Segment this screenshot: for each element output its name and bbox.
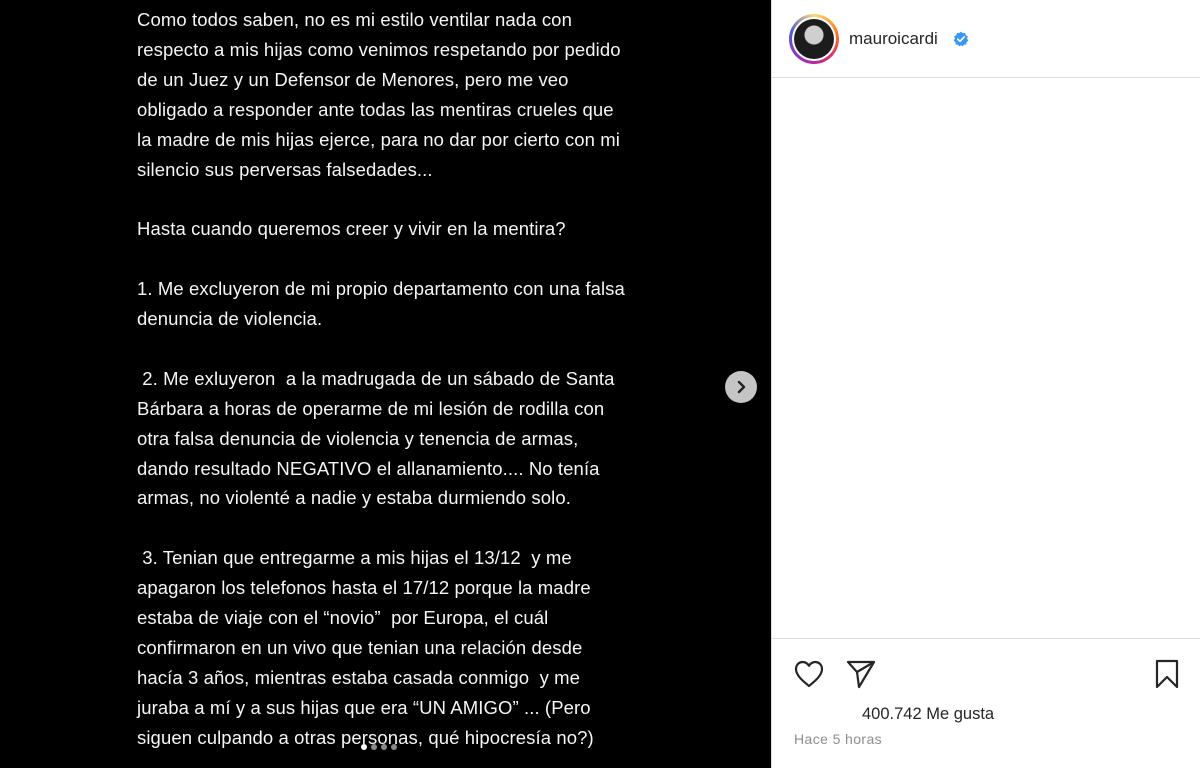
post-text-line: hacía 3 años, mientras estaba casada con…: [137, 666, 581, 688]
verified-badge-icon: [953, 31, 969, 47]
post-text-line: 2. Me exluyeron a la madrugada de un sáb…: [137, 367, 615, 389]
post-text-line: Como todos saben, no es mi estilo ventil…: [137, 9, 572, 30]
post-text-line: Bárbara a horas de operarme de mi lesión…: [137, 397, 605, 419]
carousel-dot: [361, 744, 367, 750]
post-text-line: denuncia de violencia.: [137, 308, 323, 330]
avatar-story-ring[interactable]: [789, 14, 839, 64]
post-text-line: la madre de mis hijas ejerce, para no da…: [137, 128, 621, 150]
post-text-line: apagaron los telefonos hasta el 17/12 po…: [137, 577, 591, 599]
carousel-dot: [381, 744, 387, 750]
post-text-line: juraba a mí y a sus hijas que era “UN AM…: [137, 696, 591, 718]
post-text-line: otra falsa denuncia de violencia y tenen…: [137, 427, 579, 449]
post-timestamp[interactable]: Hace 5 horas: [794, 731, 882, 747]
post-text-line: de un Juez y un Defensor de Menores, per…: [137, 68, 569, 90]
post-text-line: 1. Me excluyeron de mi propio departamen…: [137, 278, 625, 300]
post-text-line: 3. Tenian que entregarme a mis hijas el …: [137, 547, 572, 569]
paper-plane-icon[interactable]: [845, 659, 877, 689]
carousel-indicator: [361, 744, 397, 750]
next-slide-button[interactable]: [725, 371, 757, 403]
post-text-block: Como todos saben, no es mi estilo ventil…: [137, 5, 657, 753]
post-text-line: estaba de viaje con el “novio” por Europ…: [137, 607, 549, 629]
post-actions: 400.742 Me gusta Hace 5 horas: [772, 638, 1200, 769]
username-link[interactable]: mauroicardi: [849, 29, 938, 49]
post-text-line: confirmaron en un vivo que tenian una re…: [137, 636, 583, 658]
carousel-dot: [391, 744, 397, 750]
post-text-line: dando resultado NEGATIVO el allanamiento…: [137, 457, 600, 479]
post-text-line: Hasta cuando queremos creer y vivir en l…: [137, 218, 566, 240]
post-text-line: silencio sus perversas falsedades...: [137, 158, 433, 180]
heart-icon[interactable]: [793, 659, 825, 689]
post-header: mauroicardi: [772, 0, 1200, 78]
post-text-line: respecto a mis hijas como venimos respet…: [137, 38, 621, 60]
post-text-line: siguen culpando a otras personas, qué hi…: [137, 726, 594, 748]
post-text-line: armas, no violenté a nadie y estaba durm…: [137, 487, 571, 509]
likes-count[interactable]: 400.742 Me gusta: [862, 705, 994, 724]
post-text-line: obligado a responder ante todas las ment…: [137, 98, 614, 120]
post-sidebar: mauroicardi 400.742 Me gusta Hace 5 hora…: [771, 0, 1200, 768]
chevron-right-icon: [737, 380, 746, 394]
avatar: [794, 19, 834, 59]
bookmark-icon[interactable]: [1154, 659, 1180, 689]
post-media: Como todos saben, no es mi estilo ventil…: [0, 0, 771, 768]
carousel-dot: [371, 744, 377, 750]
